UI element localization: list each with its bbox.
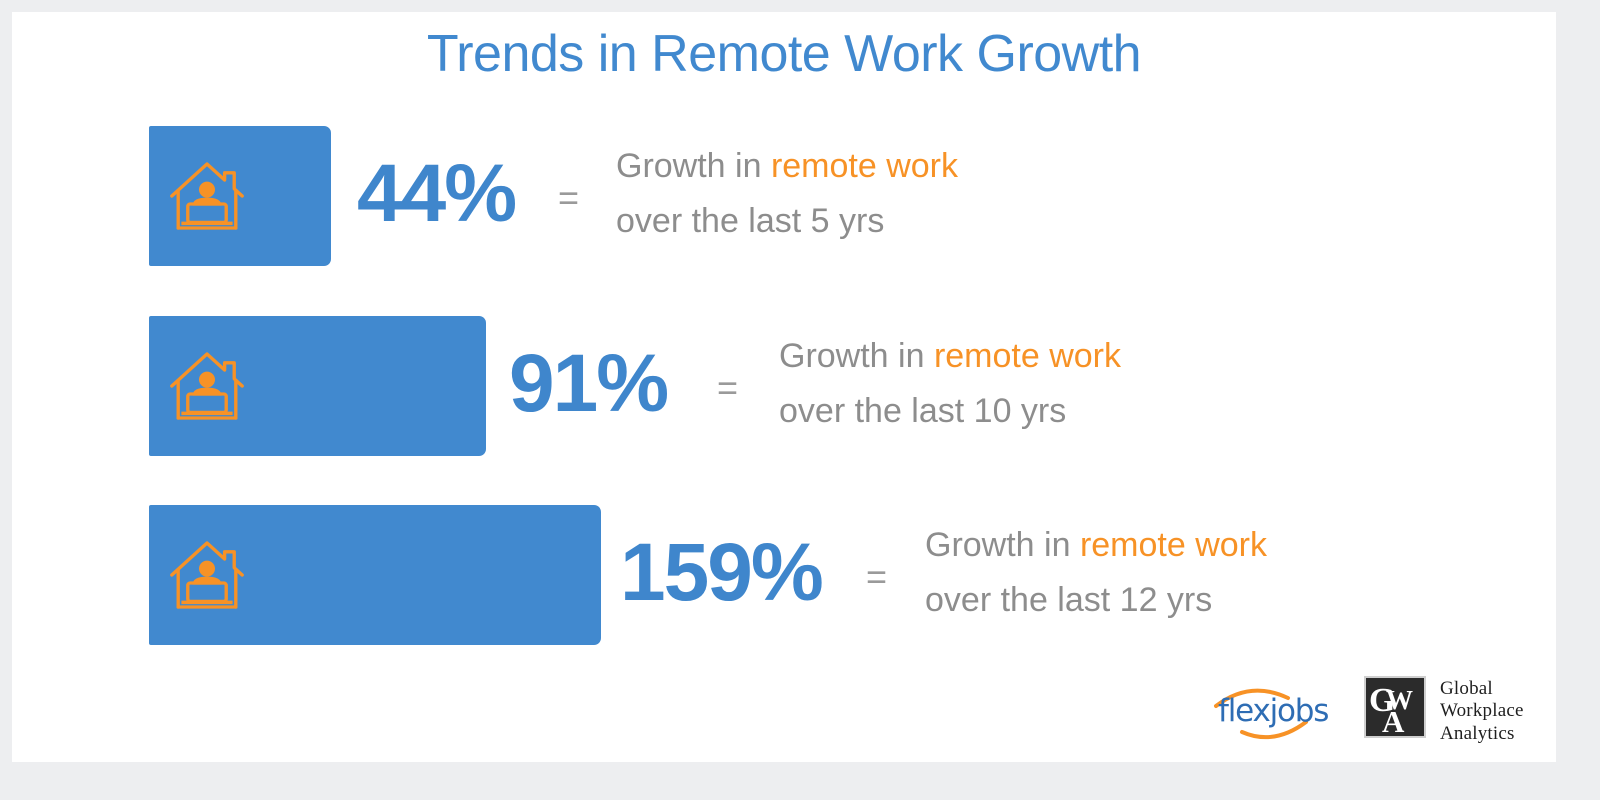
equals-sign: =	[717, 367, 739, 408]
caption-line-2: over the last 10 yrs	[779, 392, 1067, 430]
caption-prefix: Growth in	[925, 525, 1080, 564]
bar-44	[149, 126, 331, 266]
caption-line-1: Growth in remote work	[925, 518, 1267, 573]
stat-percent: 159%	[620, 527, 824, 618]
stat-row: 91% = Growth in remote work over the las…	[12, 304, 1556, 464]
stat-row: 44% = Growth in remote work over the las…	[12, 114, 1556, 274]
stat-percent: 44%	[357, 148, 517, 239]
caption-line-2: over the last 12 yrs	[925, 581, 1213, 619]
caption-prefix: Growth in	[779, 336, 934, 375]
footer-logos: flexjobs G W A Global Workplace Analytic…	[1192, 670, 1556, 756]
caption-line-2: over the last 5 yrs	[616, 202, 885, 240]
equals-sign: =	[558, 177, 580, 218]
caption-highlight: remote work	[933, 336, 1122, 375]
bar-159	[149, 505, 601, 645]
gwa-monogram-icon: G W A	[1364, 676, 1426, 739]
flexjobs-logo: flexjobs	[1202, 682, 1342, 742]
global-workplace-analytics-logo: G W A Global Workplace Analytics	[1364, 676, 1556, 748]
page-title: Trends in Remote Work Growth	[426, 25, 1142, 83]
flexjobs-wordmark: flexjobs	[1218, 693, 1329, 729]
infographic-canvas: Trends in Remote Work Growth 44% = Growt…	[12, 12, 1556, 762]
caption-highlight: remote work	[1079, 525, 1268, 564]
caption-prefix: Growth in	[616, 146, 771, 185]
house-remote-worker-icon	[170, 541, 244, 609]
stat-caption: Growth in remote work over the last 10 y…	[779, 329, 1121, 439]
caption-highlight: remote work	[770, 146, 959, 185]
stat-percent: 91%	[509, 338, 669, 429]
caption-line-1: Growth in remote work	[616, 139, 958, 194]
gwa-line-1: Global	[1440, 678, 1493, 699]
gwa-wordmark: Global Workplace Analytics	[1440, 678, 1524, 745]
gwa-line-2: Workplace	[1440, 700, 1524, 722]
house-remote-worker-icon	[170, 352, 244, 420]
house-remote-worker-icon	[170, 162, 244, 230]
stat-row: 159% = Growth in remote work over the la…	[12, 493, 1556, 653]
gwa-monogram-letters-icon: G W A	[1369, 682, 1413, 739]
svg-text:A: A	[1382, 704, 1405, 736]
bar-91	[149, 316, 486, 456]
stat-caption: Growth in remote work over the last 5 yr…	[616, 139, 958, 249]
equals-sign: =	[866, 556, 888, 597]
caption-line-1: Growth in remote work	[779, 329, 1121, 384]
stat-caption: Growth in remote work over the last 12 y…	[925, 518, 1267, 628]
gwa-line-3: Analytics	[1440, 722, 1515, 744]
